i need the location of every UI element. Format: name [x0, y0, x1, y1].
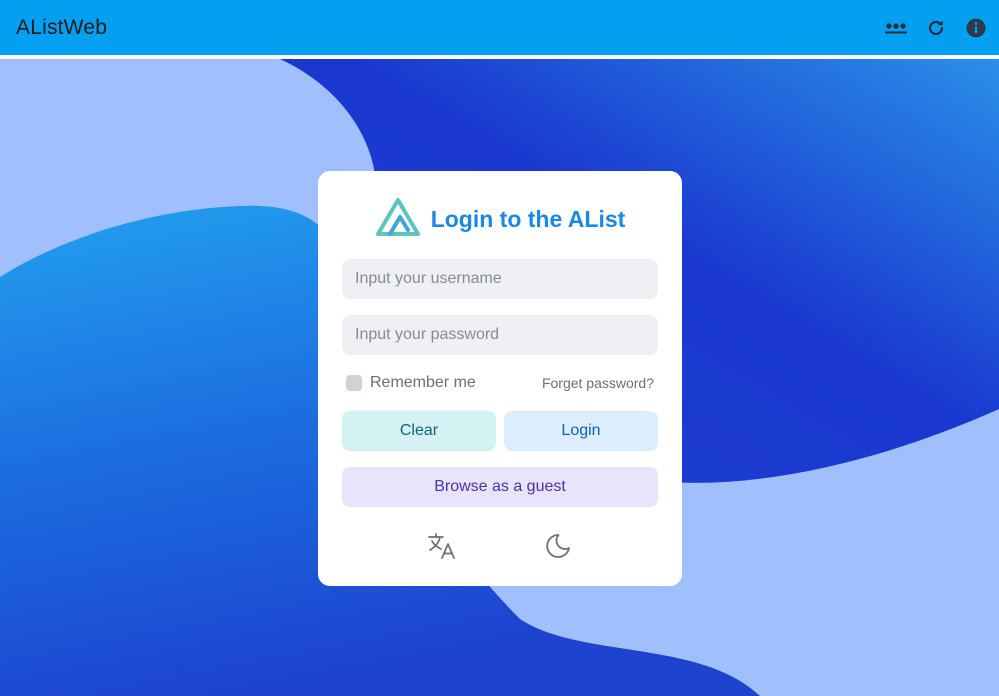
remember-me-checkbox[interactable]: Remember me [346, 374, 476, 392]
remember-me-label: Remember me [370, 374, 476, 391]
username-input[interactable] [342, 259, 658, 299]
forget-password-link[interactable]: Forget password? [542, 375, 654, 391]
header-actions [883, 15, 989, 41]
login-heading: Login to the AList [318, 197, 682, 242]
info-icon[interactable] [963, 15, 989, 41]
more-icon[interactable] [883, 15, 909, 41]
remember-row: Remember me Forget password? [346, 372, 654, 394]
browse-as-guest-button[interactable]: Browse as a guest [342, 467, 658, 507]
app-title: AListWeb [16, 15, 108, 39]
app-header: AListWeb [0, 0, 999, 55]
alist-logo-icon [375, 197, 421, 242]
translate-icon[interactable] [425, 529, 459, 563]
login-button[interactable]: Login [504, 411, 658, 451]
clear-button[interactable]: Clear [342, 411, 496, 451]
login-card: Login to the AList Remember me Forget pa… [318, 171, 682, 586]
checkbox-box[interactable] [346, 375, 362, 391]
login-title: Login to the AList [430, 205, 626, 232]
password-input[interactable] [342, 315, 658, 355]
login-background: Login to the AList Remember me Forget pa… [0, 59, 999, 696]
login-footer-actions [318, 529, 682, 563]
refresh-icon[interactable] [923, 15, 949, 41]
moon-icon[interactable] [541, 529, 575, 563]
